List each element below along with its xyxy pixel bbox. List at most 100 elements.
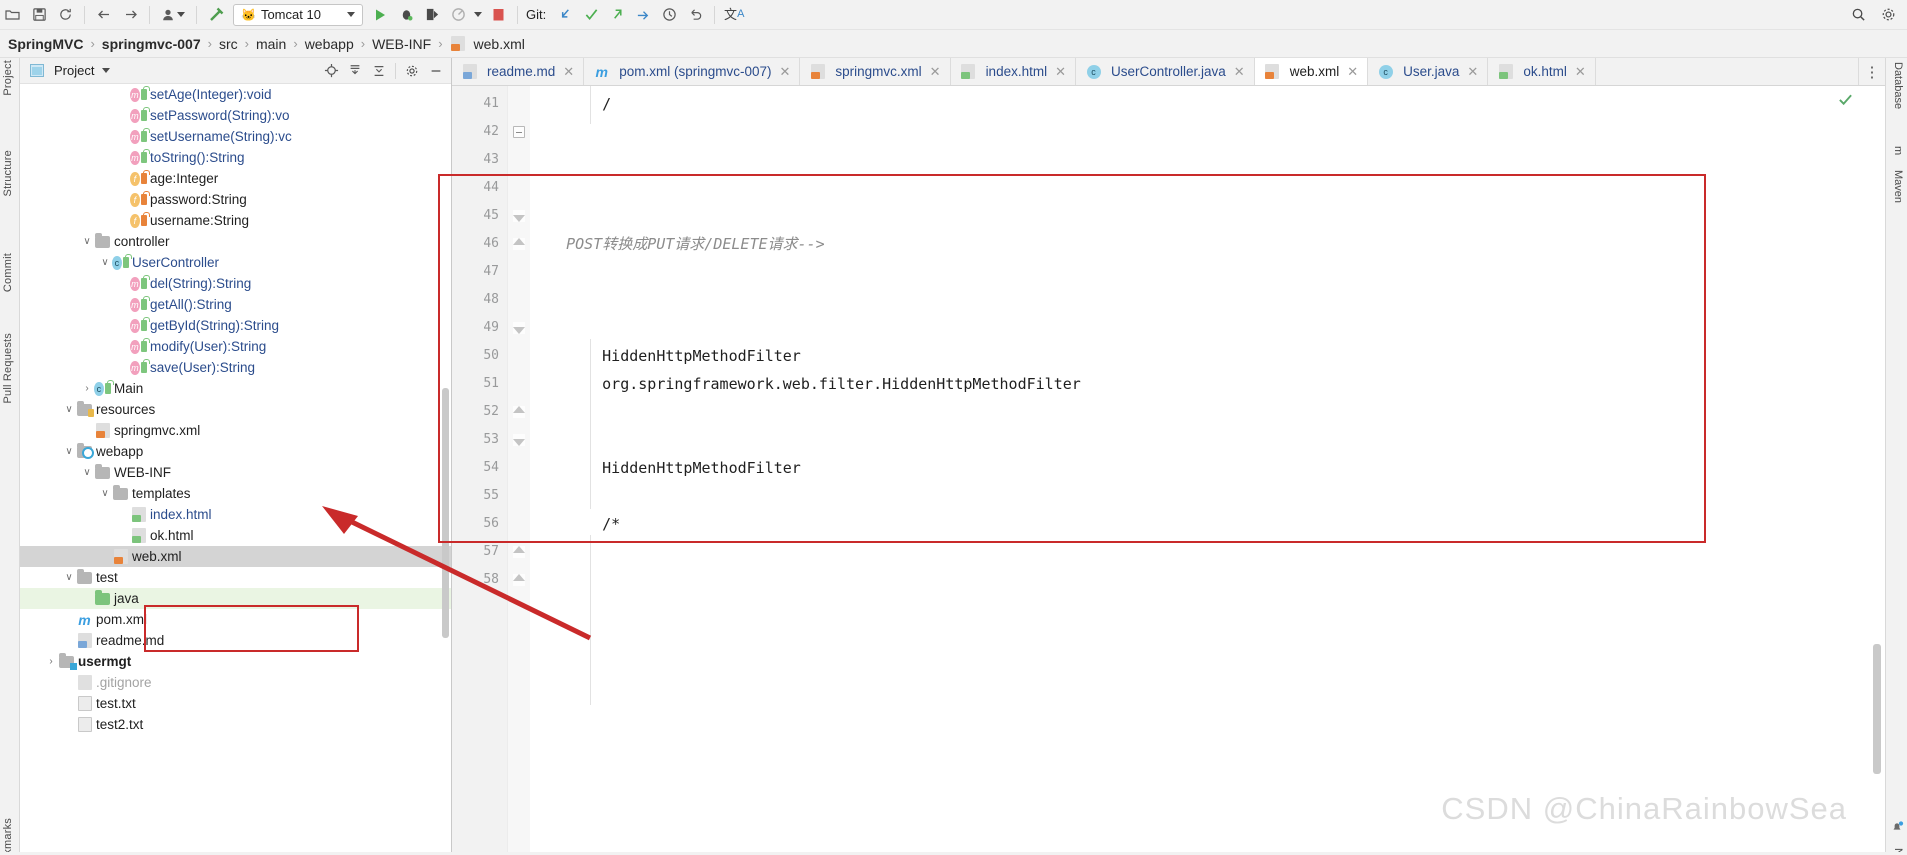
tree-item[interactable]: m pom.xml: [20, 609, 451, 630]
close-icon[interactable]: ✕: [1467, 64, 1478, 80]
close-icon[interactable]: ✕: [1347, 64, 1358, 80]
breadcrumb-item-webxml[interactable]: web.xml: [450, 36, 525, 52]
fold-toggle-icon[interactable]: [513, 210, 525, 222]
fold-toggle-icon[interactable]: [513, 238, 525, 250]
chevron-down-icon[interactable]: ∨: [62, 446, 76, 457]
code-content[interactable]: / POST转换成PUT请求/DELETE请求--> HiddenHttpMetho…: [530, 86, 1885, 855]
tree-item[interactable]: m toString():String: [20, 147, 451, 168]
tree-item[interactable]: f password:String: [20, 189, 451, 210]
collapse-all-icon[interactable]: [368, 60, 390, 82]
editor-tab-readme-md[interactable]: readme.md ✕: [452, 58, 585, 85]
debug-icon[interactable]: [393, 3, 419, 27]
git-history-icon[interactable]: [656, 3, 682, 27]
project-tree[interactable]: m setAge(Integer):void m setPassword(String…: [20, 84, 451, 855]
editor-tab-pom-xml-springmvc-007-[interactable]: m pom.xml (springmvc-007) ✕: [584, 58, 801, 85]
tree-item[interactable]: m setAge(Integer):void: [20, 84, 451, 105]
tree-item[interactable]: .gitignore: [20, 672, 451, 693]
tree-item[interactable]: m setUsername(String):vc: [20, 126, 451, 147]
code-line[interactable]: HiddenHttpMethodFilter: [602, 454, 801, 482]
chevron-down-icon[interactable]: ∨: [80, 236, 94, 247]
gear-icon[interactable]: [1875, 3, 1901, 27]
fold-toggle-icon[interactable]: [513, 126, 525, 138]
tree-item[interactable]: › c Main: [20, 378, 451, 399]
tree-item[interactable]: m getAll():String: [20, 294, 451, 315]
sync-icon[interactable]: [52, 3, 78, 27]
gear-icon[interactable]: [401, 60, 423, 82]
tree-item[interactable]: m setPassword(String):vo: [20, 105, 451, 126]
sidebar-item-project[interactable]: Project: [2, 60, 14, 96]
tree-item[interactable]: m modify(User):String: [20, 336, 451, 357]
tree-item[interactable]: ∨ controller: [20, 231, 451, 252]
more-vertical-icon[interactable]: ⋮: [1859, 58, 1885, 85]
close-icon[interactable]: ✕: [930, 64, 941, 80]
breadcrumb-item-springmvc-007[interactable]: springmvc-007: [102, 36, 201, 52]
editor-tab-springmvc-xml[interactable]: springmvc.xml ✕: [800, 58, 951, 85]
tree-item[interactable]: readme.md: [20, 630, 451, 651]
tree-item[interactable]: m getById(String):String: [20, 315, 451, 336]
tree-item[interactable]: f username:String: [20, 210, 451, 231]
sidebar-item-commit[interactable]: Commit: [2, 253, 14, 292]
tree-item[interactable]: test.txt: [20, 693, 451, 714]
run-configuration-selector[interactable]: 🐱 Tomcat 10: [233, 3, 363, 26]
fold-toggle-icon[interactable]: [513, 546, 525, 558]
sidebar-item-maven[interactable]: Maven: [1892, 170, 1904, 203]
editor-scrollbar-thumb[interactable]: [1873, 644, 1881, 774]
fold-toggle-icon[interactable]: [513, 406, 525, 418]
editor-tab-user-java[interactable]: c User.java ✕: [1368, 58, 1489, 85]
git-update-icon[interactable]: [552, 3, 578, 27]
notification-bell-icon[interactable]: [1890, 820, 1904, 839]
tree-item-selected[interactable]: web.xml: [20, 546, 451, 567]
chevron-down-icon[interactable]: ∨: [80, 467, 94, 478]
close-icon[interactable]: ✕: [1234, 64, 1245, 80]
breadcrumb-item-webinf[interactable]: WEB-INF: [372, 36, 431, 52]
run-icon[interactable]: [367, 3, 393, 27]
chevron-down-icon[interactable]: ∨: [62, 404, 76, 415]
code-line[interactable]: /*: [602, 510, 620, 538]
tree-item[interactable]: m save(User):String: [20, 357, 451, 378]
code-editor[interactable]: 41 42 43 44 45 46 47 48 49 50 51 52 53 54 55 56 57 58 / PO…: [452, 86, 1885, 855]
close-icon[interactable]: ✕: [563, 64, 574, 80]
code-line[interactable]: POST转换成PUT请求/DELETE请求-->: [566, 230, 825, 258]
tree-item[interactable]: ∨ test: [20, 567, 451, 588]
fold-toggle-icon[interactable]: [513, 322, 525, 334]
breadcrumb-item-main[interactable]: main: [256, 36, 286, 52]
back-arrow-icon[interactable]: [91, 3, 117, 27]
git-commit-icon[interactable]: [578, 3, 604, 27]
build-hammer-icon[interactable]: [203, 3, 229, 27]
save-icon[interactable]: [26, 3, 52, 27]
sidebar-item-structure[interactable]: Structure: [2, 150, 14, 196]
code-line[interactable]: org.springframework.web.filter.HiddenHtt…: [602, 370, 1081, 398]
translate-icon[interactable]: 文A: [721, 3, 747, 27]
close-icon[interactable]: ✕: [1575, 64, 1586, 80]
tree-item[interactable]: ∨ c UserController: [20, 252, 451, 273]
git-push-icon[interactable]: [604, 3, 630, 27]
project-scrollbar-thumb[interactable]: [442, 388, 449, 638]
tree-item[interactable]: test2.txt: [20, 714, 451, 735]
search-icon[interactable]: [1845, 3, 1871, 27]
tree-item[interactable]: ∨ templates: [20, 483, 451, 504]
profile-icon[interactable]: [445, 3, 471, 27]
editor-tab-usercontroller-java[interactable]: c UserController.java ✕: [1076, 58, 1255, 85]
forward-arrow-icon[interactable]: [117, 3, 143, 27]
tree-item[interactable]: ok.html: [20, 525, 451, 546]
code-folding-column[interactable]: [508, 86, 530, 855]
tree-item[interactable]: springmvc.xml: [20, 420, 451, 441]
sidebar-item-bookmarks[interactable]: Bookmarks: [2, 818, 14, 855]
fold-toggle-icon[interactable]: [513, 434, 525, 446]
editor-tab-ok-html[interactable]: ok.html ✕: [1488, 58, 1596, 85]
breadcrumb-item-src[interactable]: src: [219, 36, 238, 52]
tree-item[interactable]: index.html: [20, 504, 451, 525]
tree-item[interactable]: ∨ resources: [20, 399, 451, 420]
locate-icon[interactable]: [320, 60, 342, 82]
sidebar-item-m[interactable]: m: [1892, 146, 1904, 155]
fold-toggle-icon[interactable]: [513, 574, 525, 586]
hide-panel-icon[interactable]: [425, 60, 447, 82]
open-folder-icon[interactable]: [0, 3, 26, 27]
tree-item[interactable]: m del(String):String: [20, 273, 451, 294]
breadcrumb-item-springmvc[interactable]: SpringMVC: [8, 36, 83, 52]
tree-item[interactable]: ∨ webapp: [20, 441, 451, 462]
code-line[interactable]: /: [602, 90, 611, 118]
breadcrumb-item-webapp[interactable]: webapp: [305, 36, 354, 52]
sidebar-item-pull-requests[interactable]: Pull Requests: [2, 333, 14, 403]
chevron-right-icon[interactable]: ›: [44, 656, 58, 667]
